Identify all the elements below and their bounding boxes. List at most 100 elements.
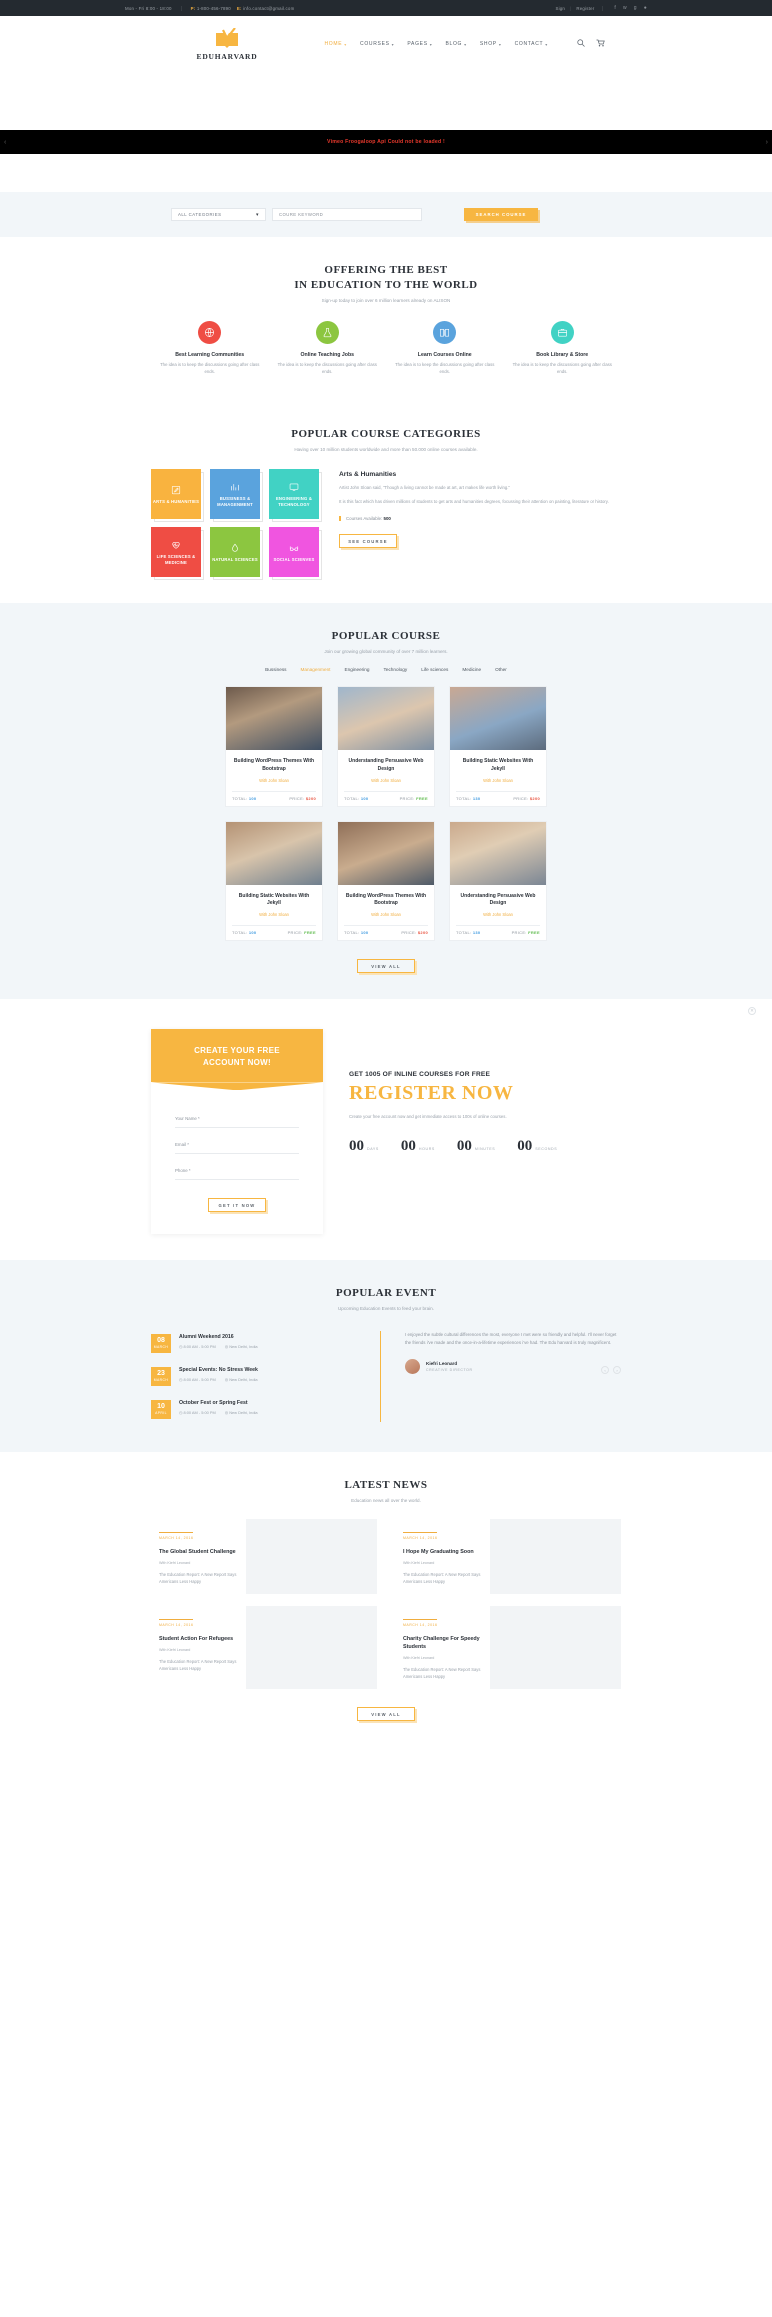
event-item[interactable]: 10 APRIL October Fest or Spring Fest ◷ 8…	[151, 1393, 366, 1426]
facebook-icon[interactable]: f	[614, 5, 616, 11]
category-tiles: ARTS & HUMANITIES BUSSINESS & MANAGENMEN…	[151, 469, 322, 581]
course-card[interactable]: Building WordPress Themes With Bootstrap…	[225, 686, 323, 807]
categories-title: POPULAR COURSE CATEGORIES	[291, 428, 481, 441]
tab-technology[interactable]: Technology	[384, 667, 408, 672]
feature-item-online-teaching-jobs[interactable]: Online Teaching Jobs The idea is to keep…	[269, 320, 387, 376]
event-month: MARCH	[153, 1345, 169, 1350]
chevron-down-icon: ▾	[464, 41, 467, 47]
water-drop-icon	[232, 544, 238, 552]
course-card[interactable]: Building Static Websites With Jekyll Wit…	[449, 686, 547, 807]
event-title: October Fest or Spring Fest	[179, 1400, 248, 1407]
tab-other[interactable]: Other	[495, 667, 507, 672]
view-all-courses-button[interactable]: VIEW ALL	[357, 959, 415, 974]
category-tile-engineering-technology[interactable]: ENGINEERING & TECHNOLOGY	[269, 469, 322, 523]
chevron-down-icon: ▾	[255, 211, 259, 218]
feature-item-book-library-store[interactable]: Book Library & Store The idea is to keep…	[504, 320, 622, 376]
news-item[interactable]: MARCH 14, 2016 Charity Challenge For Spe…	[395, 1606, 621, 1690]
email-contact[interactable]: E: info.contact@gmail.com	[237, 6, 295, 11]
news-author: With Kiefri Leonard	[403, 1560, 435, 1565]
event-day: 08	[157, 1337, 165, 1345]
dribbble-icon[interactable]: ●	[644, 5, 647, 11]
site-header: EDUHARVARD HOME ▾ COURSES ▾ PAGES ▾ BLOG ▾ S…	[0, 16, 772, 72]
email-key: E:	[236, 5, 242, 11]
category-tile-bussiness-managenment[interactable]: BUSSINESS & MANAGENMENT	[210, 469, 263, 523]
sign-in-link[interactable]: Sign	[555, 6, 565, 11]
event-day: 10	[157, 1403, 165, 1411]
course-total: 100	[360, 795, 369, 801]
twitter-icon[interactable]: w	[623, 5, 627, 11]
news-excerpt: The Education Report: A New Report Says …	[403, 1666, 481, 1679]
category-tile-natural-sciences[interactable]: NATURAL SCIENCES	[210, 527, 263, 581]
offering-title-line1: OFFERING THE BEST	[324, 264, 448, 276]
category-tile-arts-humanities[interactable]: ARTS & HUMANITIES	[151, 469, 204, 523]
news-item[interactable]: MARCH 14, 2016 Student Action For Refuge…	[151, 1606, 377, 1690]
feature-item-best-learning-communities[interactable]: Best Learning Communities The idea is to…	[151, 320, 269, 376]
course-card[interactable]: Understanding Persuasive Web Design With…	[337, 686, 435, 807]
course-card[interactable]: Building WordPress Themes With Bootstrap…	[337, 820, 435, 942]
course-title: Understanding Persuasive Web Design	[348, 758, 424, 772]
category-select[interactable]: ALL CATEGORIES ▾	[171, 208, 266, 221]
category-detail-body: It is this fact which has driven million…	[339, 498, 609, 504]
tab-medicine[interactable]: Medicine	[462, 667, 481, 672]
nav-item-blog[interactable]: BLOG ▾	[445, 41, 466, 47]
countdown-value: 00	[517, 1137, 533, 1154]
chevron-left-icon[interactable]: ‹	[601, 1366, 609, 1374]
phone-key: P:	[190, 5, 196, 11]
shopping-cart-icon[interactable]	[596, 39, 605, 49]
events-subtitle: Upcoming Education Events to feed your b…	[337, 1306, 434, 1312]
chevron-right-icon[interactable]: ›	[613, 1366, 621, 1374]
event-title: Alumni Weekend 2016	[179, 1334, 234, 1341]
feature-desc: The idea is to keep the discussions goin…	[277, 361, 377, 374]
course-total: 130	[472, 795, 481, 801]
register-link[interactable]: Register	[576, 6, 594, 11]
category-tile-life-sciences-medicine[interactable]: LIFE SCIENCES & MEDICINE	[151, 527, 204, 581]
heartbeat-icon	[172, 542, 180, 549]
tab-engineering[interactable]: Engineering	[344, 667, 369, 672]
get-it-now-button[interactable]: GET IT NOW	[208, 1198, 266, 1213]
news-date: MARCH 14, 2016	[159, 1532, 194, 1540]
tab-life-sciences[interactable]: Life sciences	[421, 667, 448, 672]
testimonial: I enjoyed the subtle cultural difference…	[405, 1327, 621, 1426]
category-tile-label: ARTS & HUMANITIES	[152, 499, 200, 505]
slider-next-arrow-icon[interactable]: ›	[766, 139, 768, 146]
see-course-button[interactable]: SEE COURSE	[339, 534, 397, 549]
view-all-news-button[interactable]: VIEW ALL	[357, 1707, 415, 1722]
event-place: ◎ New Delhi, India	[224, 1344, 258, 1350]
nav-item-courses[interactable]: COURSES ▾	[360, 41, 394, 47]
email-field[interactable]: Email *	[175, 1136, 299, 1155]
nav-item-shop[interactable]: SHOP ▾	[480, 41, 502, 47]
feature-title: Best Learning Communities	[175, 351, 245, 358]
offering-title-line2: IN EDUCATION TO THE WORLD	[294, 278, 478, 291]
course-search-band: ALL CATEGORIES ▾ COURE KEYWORD SEARCH CO…	[0, 192, 772, 237]
feature-title: Learn Courses Online	[417, 351, 472, 358]
news-item[interactable]: MARCH 14, 2016 I Hope My Graduating Soon…	[395, 1519, 621, 1595]
keyword-input[interactable]: COURE KEYWORD	[272, 208, 422, 221]
course-author: With John Sloan	[259, 777, 289, 783]
search-course-button[interactable]: SEARCH COURSE	[464, 208, 538, 221]
event-item[interactable]: 08 MARCH Alumni Weekend 2016 ◷ 8:00 AM -…	[151, 1327, 366, 1360]
flask-icon	[315, 320, 339, 344]
brand-logo[interactable]: EDUHARVARD	[167, 26, 287, 61]
event-item[interactable]: 23 MARCH Special Events: No Stress Week …	[151, 1360, 366, 1393]
course-card[interactable]: Building Static Websites With Jekyll Wit…	[225, 820, 323, 942]
tab-managenment[interactable]: Managenment	[301, 667, 331, 672]
your-name-field[interactable]: Your Name *	[175, 1110, 299, 1129]
business-hours: Mon - Fri 8:00 - 18:00	[125, 5, 182, 11]
tab-bussiness[interactable]: Bussiness	[265, 667, 286, 672]
slider-prev-arrow-icon[interactable]: ‹	[4, 139, 6, 146]
course-card[interactable]: Understanding Persuasive Web Design With…	[449, 820, 547, 942]
feature-item-learn-courses-online[interactable]: Learn Courses Online The idea is to keep…	[386, 320, 504, 376]
category-tile-label: ENGINEERING & TECHNOLOGY	[275, 496, 313, 508]
search-icon[interactable]	[577, 39, 585, 49]
google-plus-icon[interactable]: g	[634, 5, 637, 11]
nav-item-home[interactable]: HOME ▾	[324, 41, 347, 47]
nav-item-contact[interactable]: CONTACT ▾	[515, 41, 548, 47]
category-tile-social-scienves[interactable]: SOCIAL SCIENVES	[269, 527, 322, 581]
glasses-icon	[289, 546, 299, 552]
news-item[interactable]: MARCH 14, 2016 The Global Student Challe…	[151, 1519, 377, 1595]
phone-field[interactable]: Phone *	[175, 1162, 299, 1181]
phone-contact[interactable]: P: 1-800-456-7890	[191, 6, 231, 11]
close-icon[interactable]: ✕	[748, 1007, 756, 1016]
vimeo-error-banner: ‹ Vimeo Froogaloop Api Could not be load…	[0, 130, 772, 154]
nav-item-pages[interactable]: PAGES ▾	[407, 41, 432, 47]
